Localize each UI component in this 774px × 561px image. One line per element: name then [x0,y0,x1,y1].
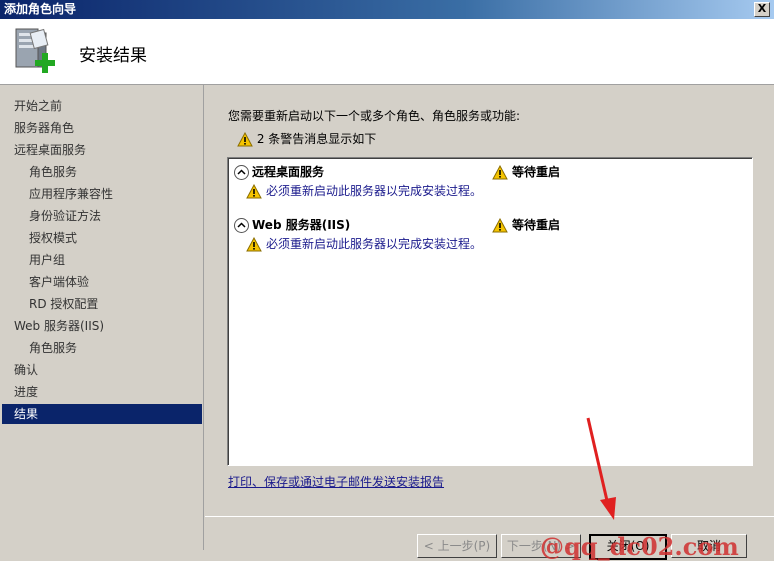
sidebar-item-label: 用户组 [29,253,66,267]
watermark-text: @qq_dc02.com [540,532,739,561]
warning-icon [492,164,508,180]
sidebar-item-label: 服务器角色 [14,121,75,135]
result-message-text: 必须重新启动此服务器以完成安装过程。 [266,237,483,251]
footer-divider [205,516,774,517]
warning-icon [246,183,262,199]
page-title: 安装结果 [79,46,147,66]
warning-icon [492,217,508,233]
sidebar-item[interactable]: Web 服务器(IIS) [2,316,202,336]
result-section-iis: Web 服务器(IIS) 等待重启 必须重新启动此服务器以完成安装过程。 [234,216,749,254]
result-role-name: Web 服务器(IIS) [252,218,351,232]
server-add-icon [10,25,62,77]
main-content: 您需要重新启动以下一个或多个角色、角色服务或功能: 2 条警告消息显示如下 远程… [205,85,774,560]
sidebar-item-label: 客户端体验 [29,275,90,289]
sidebar-item[interactable]: 开始之前 [2,96,202,116]
warning-summary-text: 2 条警告消息显示如下 [256,132,377,146]
result-status-text: 等待重启 [512,165,561,179]
wizard-header: 安装结果 [0,19,774,85]
install-report-link[interactable]: 打印、保存或通过电子邮件发送安装报告 [228,473,444,490]
title-bar: 添加角色向导 X [0,0,774,19]
sidebar-item[interactable]: 角色服务 [2,162,202,182]
sidebar-item-label: 确认 [14,363,39,377]
result-status-text: 等待重启 [512,218,561,232]
sidebar-item[interactable]: 角色服务 [2,338,202,358]
warning-icon [246,236,262,252]
sidebar-item[interactable]: 授权模式 [2,228,202,248]
results-list: 远程桌面服务 等待重启 必须重新启动此服务器以完成安装过程。 Web 服务器(I… [227,157,753,466]
warning-summary: 2 条警告消息显示如下 [237,130,376,147]
sidebar-item[interactable]: 结果 [2,404,202,424]
sidebar-item[interactable]: 服务器角色 [2,118,202,138]
sidebar-item-label: 远程桌面服务 [14,143,87,157]
result-message-text: 必须重新启动此服务器以完成安装过程。 [266,184,483,198]
result-status: 等待重启 [492,216,560,234]
sidebar-item[interactable]: 身份验证方法 [2,206,202,226]
result-message: 必须重新启动此服务器以完成安装过程。 [234,234,749,254]
sidebar-item-label: 应用程序兼容性 [29,187,114,201]
sidebar-item-label: 结果 [14,407,39,421]
sidebar-item[interactable]: 用户组 [2,250,202,270]
window-title: 添加角色向导 [4,2,77,16]
result-message: 必须重新启动此服务器以完成安装过程。 [234,181,749,201]
warning-icon [237,131,253,147]
close-window-button[interactable]: X [754,2,770,17]
sidebar-item[interactable]: 远程桌面服务 [2,140,202,160]
wizard-steps-sidebar: 开始之前 服务器角色 远程桌面服务 角色服务 应用程序兼容性 身份验证方法 授权模式 用户组客… [0,85,204,550]
result-section-rds: 远程桌面服务 等待重启 必须重新启动此服务器以完成安装过程。 [234,163,749,201]
collapse-chevron-icon[interactable] [234,165,249,180]
previous-button[interactable]: < 上一步(P) [417,534,497,558]
sidebar-item-label: 授权模式 [29,231,78,245]
result-role-name: 远程桌面服务 [252,165,325,179]
sidebar-item-label: 开始之前 [14,99,63,113]
sidebar-item-label: 角色服务 [29,165,78,179]
sidebar-item-label: 角色服务 [29,341,78,355]
sidebar-item[interactable]: 应用程序兼容性 [2,184,202,204]
sidebar-item[interactable]: 客户端体验 [2,272,202,292]
sidebar-item-label: RD 授权配置 [29,297,99,311]
sidebar-item[interactable]: 确认 [2,360,202,380]
sidebar-item[interactable]: 进度 [2,382,202,402]
sidebar-item-label: Web 服务器(IIS) [14,319,105,333]
sidebar-item-label: 进度 [14,385,39,399]
result-status: 等待重启 [492,163,560,181]
collapse-chevron-icon[interactable] [234,218,249,233]
sidebar-item-label: 身份验证方法 [29,209,102,223]
sidebar-item[interactable]: RD 授权配置 [2,294,202,314]
restart-prompt: 您需要重新启动以下一个或多个角色、角色服务或功能: [228,109,521,123]
